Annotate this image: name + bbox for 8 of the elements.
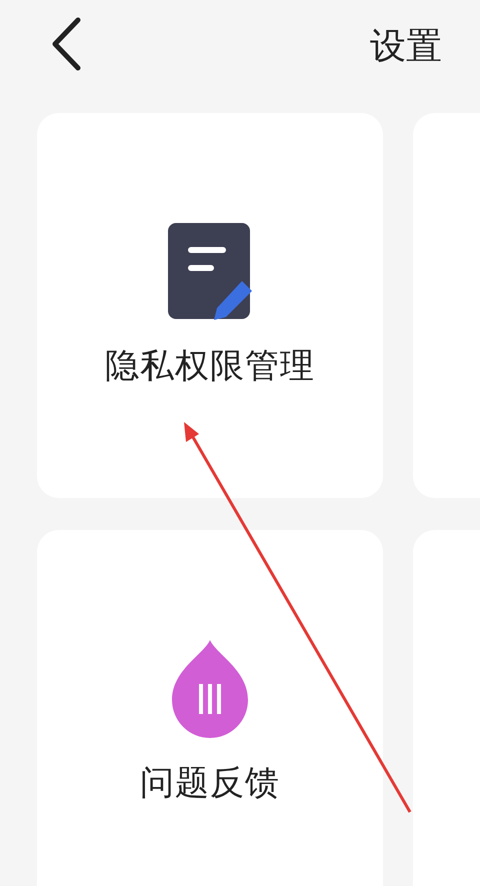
settings-card[interactable]: 问题反馈	[37, 530, 383, 886]
drop-icon	[172, 640, 248, 738]
document-pencil-icon	[168, 222, 252, 320]
settings-card[interactable]: 隐私权限管理	[37, 113, 383, 498]
chevron-left-icon	[51, 17, 81, 71]
page-title: 设置	[370, 25, 442, 69]
card-label: 隐私权限管理	[105, 344, 315, 388]
card-label: 问题反馈	[140, 762, 280, 804]
